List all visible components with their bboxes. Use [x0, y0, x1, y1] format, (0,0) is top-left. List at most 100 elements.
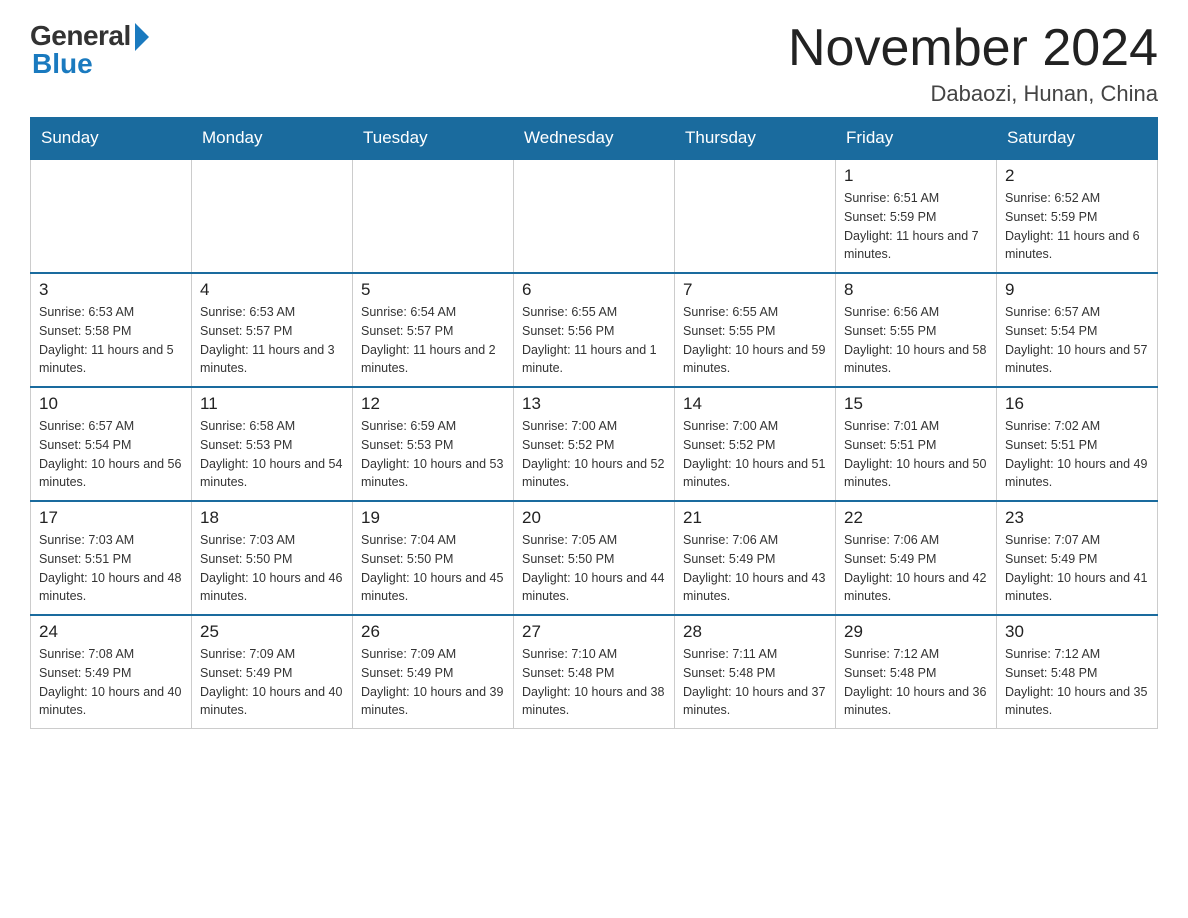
calendar-cell: 24 Sunrise: 7:08 AMSunset: 5:49 PMDayligh… — [31, 615, 192, 729]
weekday-header-sunday: Sunday — [31, 118, 192, 160]
calendar-cell: 26 Sunrise: 7:09 AMSunset: 5:49 PMDayligh… — [353, 615, 514, 729]
calendar-table: SundayMondayTuesdayWednesdayThursdayFrid… — [30, 117, 1158, 729]
calendar-cell — [353, 159, 514, 273]
week-row-1: 3Sunrise: 6:53 AMSunset: 5:58 PMDaylight… — [31, 273, 1158, 387]
week-row-2: 10Sunrise: 6:57 AMSunset: 5:54 PMDayligh… — [31, 387, 1158, 501]
calendar-cell: 5 Sunrise: 6:54 AMSunset: 5:57 PMDaylight… — [353, 273, 514, 387]
day-info: Sunrise: 7:08 AMSunset: 5:49 PMDaylight:… — [39, 645, 183, 720]
day-number: 1 — [844, 166, 988, 186]
logo: General Blue — [30, 20, 149, 80]
day-info: Sunrise: 6:52 AMSunset: 5:59 PMDaylight:… — [1005, 189, 1149, 264]
day-number: 24 — [39, 622, 183, 642]
day-number: 17 — [39, 508, 183, 528]
day-info: Sunrise: 6:51 AMSunset: 5:59 PMDaylight:… — [844, 189, 988, 264]
weekday-header-saturday: Saturday — [997, 118, 1158, 160]
day-number: 7 — [683, 280, 827, 300]
calendar-cell: 1 Sunrise: 6:51 AMSunset: 5:59 PMDaylight… — [836, 159, 997, 273]
calendar-cell: 3Sunrise: 6:53 AMSunset: 5:58 PMDaylight… — [31, 273, 192, 387]
day-number: 28 — [683, 622, 827, 642]
weekday-header-thursday: Thursday — [675, 118, 836, 160]
day-info: Sunrise: 7:03 AMSunset: 5:51 PMDaylight:… — [39, 531, 183, 606]
day-info: Sunrise: 6:53 AMSunset: 5:57 PMDaylight:… — [200, 303, 344, 378]
day-info: Sunrise: 7:00 AMSunset: 5:52 PMDaylight:… — [522, 417, 666, 492]
calendar-cell — [192, 159, 353, 273]
calendar-cell: 23 Sunrise: 7:07 AMSunset: 5:49 PMDayligh… — [997, 501, 1158, 615]
day-info: Sunrise: 6:54 AMSunset: 5:57 PMDaylight:… — [361, 303, 505, 378]
day-info: Sunrise: 7:03 AMSunset: 5:50 PMDaylight:… — [200, 531, 344, 606]
day-info: Sunrise: 6:59 AMSunset: 5:53 PMDaylight:… — [361, 417, 505, 492]
calendar-cell — [675, 159, 836, 273]
calendar-cell: 13Sunrise: 7:00 AMSunset: 5:52 PMDayligh… — [514, 387, 675, 501]
week-row-0: 1 Sunrise: 6:51 AMSunset: 5:59 PMDaylight… — [31, 159, 1158, 273]
calendar-title: November 2024 — [788, 20, 1158, 77]
calendar-cell: 12 Sunrise: 6:59 AMSunset: 5:53 PMDayligh… — [353, 387, 514, 501]
calendar-cell: 22 Sunrise: 7:06 AMSunset: 5:49 PMDayligh… — [836, 501, 997, 615]
calendar-cell: 16Sunrise: 7:02 AMSunset: 5:51 PMDayligh… — [997, 387, 1158, 501]
day-number: 3 — [39, 280, 183, 300]
day-number: 22 — [844, 508, 988, 528]
page-header: General Blue November 2024 Dabaozi, Huna… — [30, 20, 1158, 107]
weekday-header-tuesday: Tuesday — [353, 118, 514, 160]
day-number: 26 — [361, 622, 505, 642]
calendar-cell: 18 Sunrise: 7:03 AMSunset: 5:50 PMDayligh… — [192, 501, 353, 615]
calendar-cell: 9Sunrise: 6:57 AMSunset: 5:54 PMDaylight… — [997, 273, 1158, 387]
day-number: 6 — [522, 280, 666, 300]
day-number: 20 — [522, 508, 666, 528]
calendar-cell: 7 Sunrise: 6:55 AMSunset: 5:55 PMDaylight… — [675, 273, 836, 387]
day-info: Sunrise: 7:04 AMSunset: 5:50 PMDaylight:… — [361, 531, 505, 606]
day-info: Sunrise: 7:12 AMSunset: 5:48 PMDaylight:… — [1005, 645, 1149, 720]
day-info: Sunrise: 7:09 AMSunset: 5:49 PMDaylight:… — [200, 645, 344, 720]
day-info: Sunrise: 6:57 AMSunset: 5:54 PMDaylight:… — [1005, 303, 1149, 378]
title-section: November 2024 Dabaozi, Hunan, China — [788, 20, 1158, 107]
calendar-cell: 4 Sunrise: 6:53 AMSunset: 5:57 PMDaylight… — [192, 273, 353, 387]
day-info: Sunrise: 7:01 AMSunset: 5:51 PMDaylight:… — [844, 417, 988, 492]
day-info: Sunrise: 6:56 AMSunset: 5:55 PMDaylight:… — [844, 303, 988, 378]
day-info: Sunrise: 7:07 AMSunset: 5:49 PMDaylight:… — [1005, 531, 1149, 606]
day-number: 25 — [200, 622, 344, 642]
day-number: 16 — [1005, 394, 1149, 414]
day-info: Sunrise: 7:12 AMSunset: 5:48 PMDaylight:… — [844, 645, 988, 720]
calendar-cell: 10Sunrise: 6:57 AMSunset: 5:54 PMDayligh… — [31, 387, 192, 501]
day-info: Sunrise: 6:55 AMSunset: 5:56 PMDaylight:… — [522, 303, 666, 378]
logo-triangle-icon — [135, 23, 149, 51]
weekday-header-monday: Monday — [192, 118, 353, 160]
calendar-cell: 29 Sunrise: 7:12 AMSunset: 5:48 PMDayligh… — [836, 615, 997, 729]
weekday-header-row: SundayMondayTuesdayWednesdayThursdayFrid… — [31, 118, 1158, 160]
calendar-cell: 15 Sunrise: 7:01 AMSunset: 5:51 PMDayligh… — [836, 387, 997, 501]
day-info: Sunrise: 7:11 AMSunset: 5:48 PMDaylight:… — [683, 645, 827, 720]
day-number: 18 — [200, 508, 344, 528]
day-number: 5 — [361, 280, 505, 300]
calendar-cell: 27 Sunrise: 7:10 AMSunset: 5:48 PMDayligh… — [514, 615, 675, 729]
day-info: Sunrise: 7:06 AMSunset: 5:49 PMDaylight:… — [683, 531, 827, 606]
day-number: 29 — [844, 622, 988, 642]
calendar-cell: 14 Sunrise: 7:00 AMSunset: 5:52 PMDayligh… — [675, 387, 836, 501]
week-row-4: 24 Sunrise: 7:08 AMSunset: 5:49 PMDayligh… — [31, 615, 1158, 729]
day-number: 27 — [522, 622, 666, 642]
calendar-cell: 11Sunrise: 6:58 AMSunset: 5:53 PMDayligh… — [192, 387, 353, 501]
day-info: Sunrise: 7:10 AMSunset: 5:48 PMDaylight:… — [522, 645, 666, 720]
calendar-cell — [31, 159, 192, 273]
calendar-cell: 2Sunrise: 6:52 AMSunset: 5:59 PMDaylight… — [997, 159, 1158, 273]
day-number: 19 — [361, 508, 505, 528]
day-info: Sunrise: 6:55 AMSunset: 5:55 PMDaylight:… — [683, 303, 827, 378]
week-row-3: 17 Sunrise: 7:03 AMSunset: 5:51 PMDayligh… — [31, 501, 1158, 615]
day-number: 15 — [844, 394, 988, 414]
day-info: Sunrise: 7:00 AMSunset: 5:52 PMDaylight:… — [683, 417, 827, 492]
day-number: 8 — [844, 280, 988, 300]
day-info: Sunrise: 7:06 AMSunset: 5:49 PMDaylight:… — [844, 531, 988, 606]
day-info: Sunrise: 7:09 AMSunset: 5:49 PMDaylight:… — [361, 645, 505, 720]
day-number: 4 — [200, 280, 344, 300]
calendar-subtitle: Dabaozi, Hunan, China — [788, 81, 1158, 107]
calendar-cell: 28 Sunrise: 7:11 AMSunset: 5:48 PMDayligh… — [675, 615, 836, 729]
weekday-header-friday: Friday — [836, 118, 997, 160]
day-number: 12 — [361, 394, 505, 414]
day-number: 23 — [1005, 508, 1149, 528]
calendar-cell: 21 Sunrise: 7:06 AMSunset: 5:49 PMDayligh… — [675, 501, 836, 615]
day-info: Sunrise: 7:05 AMSunset: 5:50 PMDaylight:… — [522, 531, 666, 606]
day-number: 21 — [683, 508, 827, 528]
calendar-cell: 19 Sunrise: 7:04 AMSunset: 5:50 PMDayligh… — [353, 501, 514, 615]
calendar-cell: 6 Sunrise: 6:55 AMSunset: 5:56 PMDaylight… — [514, 273, 675, 387]
calendar-cell: 20 Sunrise: 7:05 AMSunset: 5:50 PMDayligh… — [514, 501, 675, 615]
day-number: 14 — [683, 394, 827, 414]
calendar-cell: 30Sunrise: 7:12 AMSunset: 5:48 PMDayligh… — [997, 615, 1158, 729]
